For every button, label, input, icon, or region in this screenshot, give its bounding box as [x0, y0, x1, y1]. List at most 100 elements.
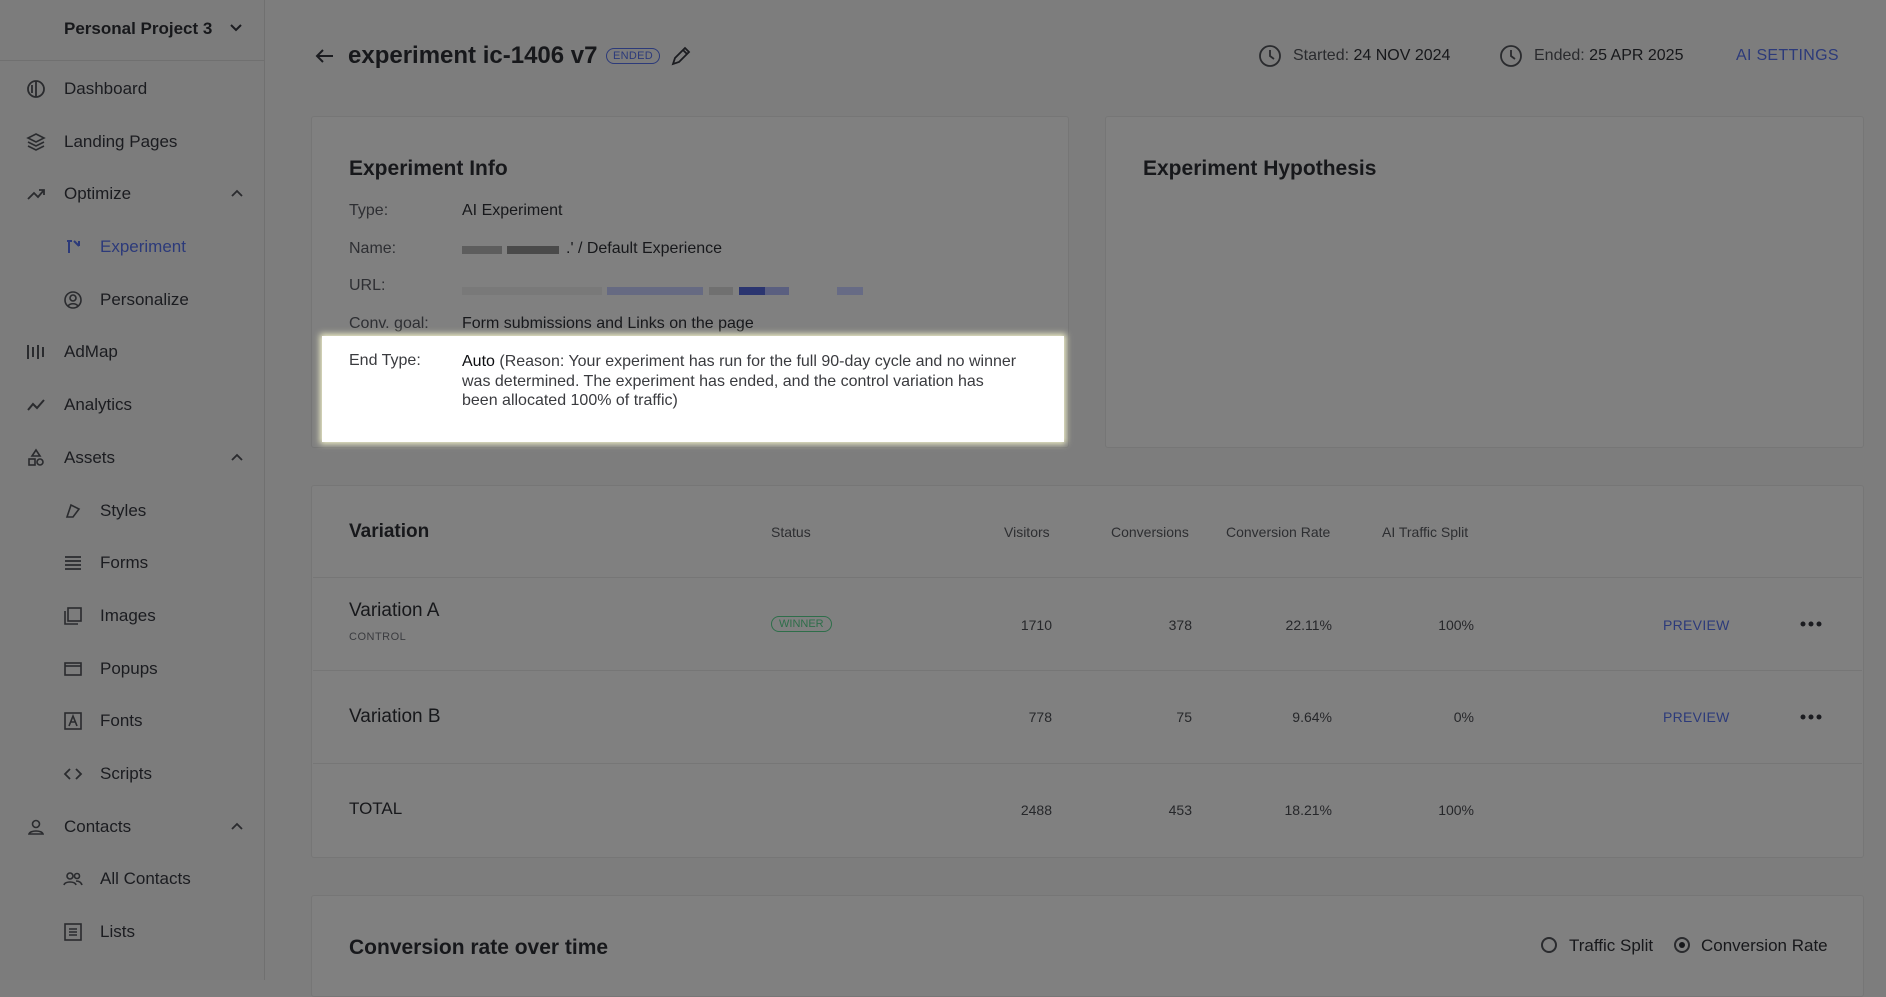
- list-icon: [64, 923, 82, 941]
- experiment-info-title: Experiment Info: [349, 157, 508, 180]
- redacted-url: [607, 287, 703, 295]
- sidebar-item-optimize[interactable]: Optimize: [0, 167, 264, 220]
- styles-icon: [65, 503, 81, 518]
- sidebar-item-landing-pages[interactable]: Landing Pages: [0, 115, 264, 168]
- redacted-url: [709, 287, 733, 295]
- page-title: experiment ic-1406 v7: [348, 42, 598, 69]
- more-options-icon[interactable]: [1799, 713, 1823, 721]
- variation-table-card: [311, 485, 1864, 858]
- ended-value: 25 APR 2025: [1589, 47, 1684, 64]
- user-circle-icon: [64, 290, 82, 309]
- conversion-rate-radio[interactable]: [1674, 937, 1690, 953]
- variation-name: Variation A: [349, 600, 440, 621]
- sidebar-item-label: Lists: [100, 922, 135, 941]
- variation-sub: CONTROL: [349, 631, 407, 643]
- info-key: URL:: [349, 277, 386, 294]
- layers-icon: [26, 132, 46, 151]
- info-value: Form submissions and Links on the page: [462, 315, 754, 332]
- started-label: Started:: [1293, 47, 1350, 64]
- hypothesis-title: Experiment Hypothesis: [1143, 157, 1377, 180]
- winner-badge: WINNER: [771, 616, 832, 632]
- sidebar-item-fonts[interactable]: Fonts: [0, 694, 264, 747]
- more-options-icon[interactable]: [1799, 620, 1823, 628]
- sidebar-item-label: Optimize: [64, 184, 132, 204]
- started-value: 24 NOV 2024: [1353, 47, 1451, 64]
- assets-icon: [28, 448, 44, 466]
- split-cell: 0%: [1453, 709, 1474, 725]
- back-arrow-icon[interactable]: [313, 44, 337, 68]
- sidebar-item-all-contacts[interactable]: All Contacts: [0, 852, 264, 905]
- rate-cell: 9.64%: [1292, 709, 1332, 725]
- sidebar-item-admap[interactable]: AdMap: [0, 325, 264, 378]
- sidebar-item-popups[interactable]: Popups: [0, 642, 264, 695]
- sidebar-item-personalize[interactable]: Personalize: [0, 273, 264, 326]
- col-header-conversion-rate: Conversion Rate: [1226, 524, 1331, 540]
- ai-settings-link[interactable]: AI SETTINGS: [1736, 47, 1839, 65]
- conversion-rate-label[interactable]: Conversion Rate: [1701, 936, 1828, 956]
- sidebar-item-label: Styles: [100, 500, 147, 520]
- col-header-visitors: Visitors: [1004, 524, 1050, 540]
- sidebar-item-contacts[interactable]: Contacts: [0, 800, 264, 853]
- end-type-highlight: End Type: Auto (Reason: Your experiment …: [322, 336, 1064, 442]
- experiment-icon: [67, 240, 80, 254]
- sidebar-item-label: Forms: [100, 553, 149, 573]
- chevron-down-icon[interactable]: [228, 19, 244, 35]
- sidebar-item-label: Assets: [64, 447, 116, 467]
- clock-icon: [1500, 45, 1522, 67]
- chevron-up-icon[interactable]: [230, 451, 244, 465]
- info-value: AI Experiment: [462, 202, 563, 219]
- traffic-split-radio[interactable]: [1541, 937, 1557, 953]
- sidebar-item-styles[interactable]: Styles: [0, 484, 264, 537]
- sidebar-item-images[interactable]: Images: [0, 589, 264, 642]
- trend-icon: [27, 189, 45, 201]
- chevron-up-icon[interactable]: [230, 820, 244, 834]
- sidebar-item-dashboard[interactable]: Dashboard: [0, 62, 264, 115]
- sidebar-item-lists[interactable]: Lists: [0, 905, 264, 958]
- redacted-text: [462, 246, 502, 254]
- rate-cell: 18.21%: [1284, 802, 1332, 818]
- sidebar: Personal Project 3 Dashboard Landing Pag…: [0, 0, 265, 980]
- col-header-traffic-split: AI Traffic Split: [1382, 524, 1469, 540]
- col-header-variation: Variation: [349, 521, 430, 542]
- redacted-url: [739, 287, 765, 295]
- redacted-url: [462, 287, 602, 295]
- sidebar-item-scripts[interactable]: Scripts: [0, 747, 264, 800]
- rate-cell: 22.11%: [1285, 617, 1332, 633]
- images-icon: [64, 607, 82, 625]
- traffic-split-label[interactable]: Traffic Split: [1569, 936, 1653, 956]
- ended-date: Ended: 25 APR 2025: [1534, 47, 1683, 65]
- preview-link[interactable]: PREVIEW: [1663, 709, 1730, 725]
- popup-icon: [64, 661, 82, 676]
- sidebar-item-analytics[interactable]: Analytics: [0, 378, 264, 431]
- project-switcher[interactable]: Personal Project 3: [0, 0, 264, 61]
- row-divider: [313, 763, 1862, 764]
- pencil-icon[interactable]: [669, 44, 693, 68]
- sidebar-item-experiment[interactable]: Experiment: [0, 220, 264, 273]
- sidebar-item-forms[interactable]: Forms: [0, 536, 264, 589]
- row-divider: [313, 670, 1862, 671]
- status-badge: ENDED: [606, 48, 661, 64]
- chevron-up-icon[interactable]: [230, 187, 244, 201]
- col-header-conversions: Conversions: [1111, 524, 1189, 540]
- split-cell: 100%: [1438, 802, 1474, 818]
- preview-link[interactable]: PREVIEW: [1663, 617, 1730, 633]
- sidebar-item-label: Dashboard: [64, 79, 148, 98]
- redacted-text: [507, 246, 559, 254]
- contact-icon: [27, 819, 45, 835]
- visitors-cell: 778: [1028, 709, 1052, 725]
- code-icon: [63, 768, 83, 780]
- forms-icon: [65, 556, 81, 571]
- dashboard-icon: [27, 80, 45, 98]
- sidebar-item-label: All Contacts: [100, 869, 191, 889]
- end-type-value: Auto (Reason: Your experiment has run fo…: [462, 352, 1022, 411]
- sidebar-item-label: Analytics: [64, 395, 133, 415]
- variation-name: Variation B: [349, 706, 441, 727]
- total-label: TOTAL: [349, 799, 403, 818]
- fonts-icon: [64, 712, 82, 731]
- started-date: Started: 24 NOV 2024: [1293, 47, 1450, 65]
- sidebar-item-label: Contacts: [64, 816, 132, 836]
- sidebar-item-assets[interactable]: Assets: [0, 431, 264, 484]
- split-cell: 100%: [1438, 617, 1474, 633]
- info-key: Name:: [349, 240, 397, 257]
- project-name: Personal Project 3: [64, 19, 213, 38]
